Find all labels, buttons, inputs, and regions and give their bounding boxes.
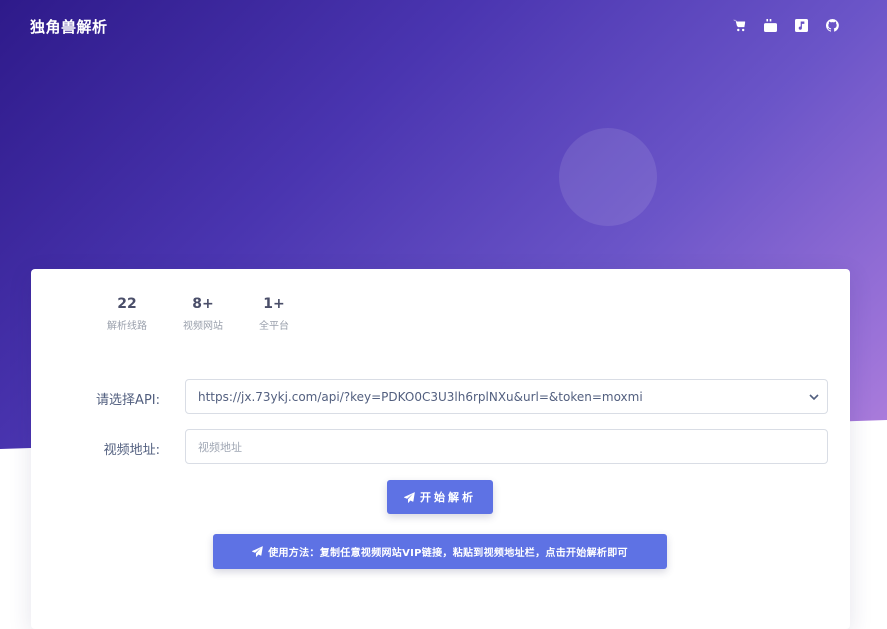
stat-lines: 22 解析线路 <box>107 296 147 332</box>
api-label: 请选择API: <box>96 393 160 408</box>
stats-row: 22 解析线路 8+ 视频网站 1+ 全平台 <box>107 296 325 332</box>
paper-plane-icon <box>252 546 264 557</box>
cart-icon[interactable] <box>733 18 746 32</box>
stat-number: 22 <box>117 296 137 312</box>
youtube-icon[interactable] <box>764 18 777 32</box>
github-icon[interactable] <box>826 18 839 32</box>
stat-platforms: 1+ 全平台 <box>259 296 289 332</box>
usage-help-label: 使用方法：复制任意视频网站VIP链接，粘贴到视频地址栏，点击开始解析即可 <box>268 548 628 559</box>
decorative-circle <box>559 128 657 226</box>
stat-label: 全平台 <box>259 321 289 332</box>
usage-help-button[interactable]: 使用方法：复制任意视频网站VIP链接，粘贴到视频地址栏，点击开始解析即可 <box>213 534 667 569</box>
stat-number: 1+ <box>263 296 285 312</box>
stat-label: 视频网站 <box>183 321 223 332</box>
paper-plane-icon <box>404 491 415 503</box>
chevron-down-icon <box>809 391 819 401</box>
url-placeholder: 视频地址 <box>198 440 242 454</box>
api-selected-value: https://jx.73ykj.com/api/?key=PDKO0C3U3l… <box>198 389 643 404</box>
stat-sites: 8+ 视频网站 <box>183 296 223 332</box>
parser-card: 22 解析线路 8+ 视频网站 1+ 全平台 请选择API: https://j… <box>31 269 850 629</box>
brand-logo[interactable]: 独角兽解析 <box>30 16 108 37</box>
nav-icons <box>733 18 839 32</box>
video-url-input[interactable]: 视频地址 <box>185 429 828 464</box>
stat-label: 解析线路 <box>107 321 147 332</box>
api-select[interactable]: https://jx.73ykj.com/api/?key=PDKO0C3U3l… <box>185 379 828 414</box>
stat-number: 8+ <box>192 296 214 312</box>
start-parse-label: 开始解析 <box>420 491 476 504</box>
start-parse-button[interactable]: 开始解析 <box>387 480 493 514</box>
url-label: 视频地址: <box>103 443 160 458</box>
music-icon[interactable] <box>795 18 808 32</box>
